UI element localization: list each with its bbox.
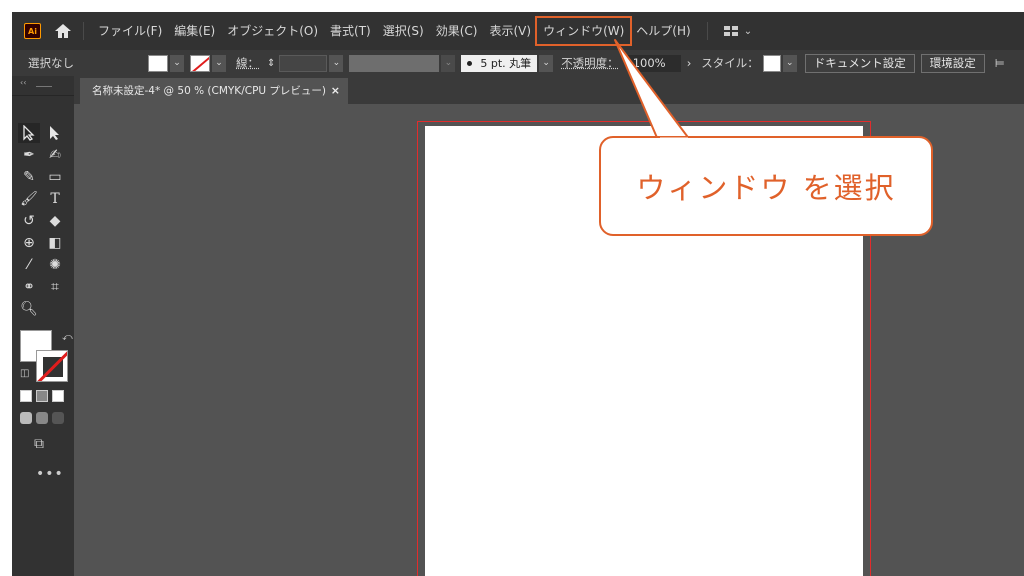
callout-pointer-mask [660,137,688,141]
